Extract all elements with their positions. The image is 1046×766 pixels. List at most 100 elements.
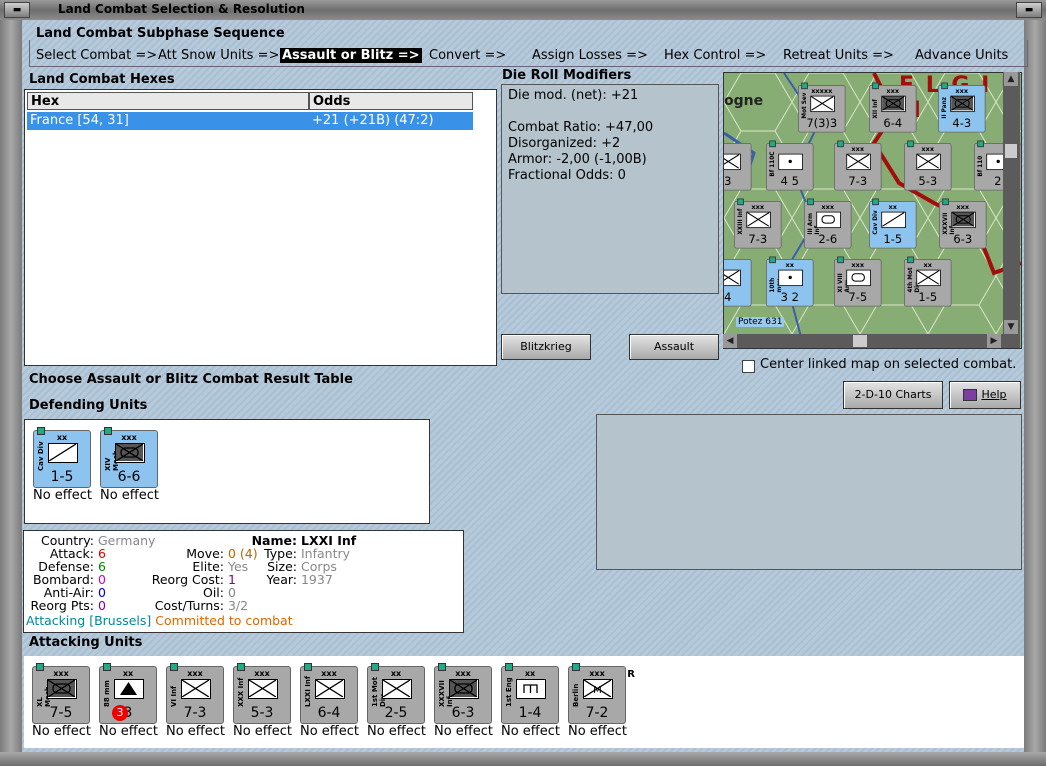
subphase-step[interactable]: Advance Units [915,48,1008,63]
unit-type-icon [881,95,906,113]
info-year-value: 1937 [300,572,333,587]
center-map-label: Center linked map on selected combat. [760,357,1017,372]
bottom-frame-rail [0,752,1046,766]
unit-counter[interactable]: xx 1st Mot Div 2-5 [367,663,425,724]
unit-counter[interactable]: xxx III Arm Inf 2-6 [804,198,852,249]
center-map-checkbox[interactable] [742,360,755,373]
column-header-odds[interactable]: Odds [309,92,473,110]
close-window-button[interactable]: ▬ [1016,2,1042,18]
window-title: Land Combat Selection & Resolution [58,2,305,16]
unit-counter[interactable]: xxx II Panz 4-3 [938,82,986,133]
scroll-down-arrow[interactable]: ▼ [1004,320,1018,334]
unit-strength: 1-5 [883,232,903,247]
unit-name: XXIII Inf [737,208,744,235]
unit-tag: R [627,669,635,680]
unit-strength: 5-3 [918,174,938,189]
unit-type-icon [248,679,278,699]
system-menu-button[interactable]: ▬ [4,2,30,18]
blitzkrieg-button[interactable]: Blitzkrieg [501,334,591,360]
unit-strength: 7(3)3 [806,116,838,131]
unit-name: XXX Inf [237,677,245,707]
unit-counter[interactable]: 4 [724,259,752,307]
unit-counter[interactable]: xx 10th mou 3 2 [766,256,814,307]
modifier-combat-ratio: Combat Ratio: +47,00 [508,120,654,135]
unit-counter[interactable]: xx Cav Div 1-5 [869,198,917,249]
unit-counter[interactable]: xx Cav Div 1-5 [33,427,91,488]
unit-name: Cav Div [37,441,45,471]
unit-strength: 6-6 [117,469,141,485]
info-reorgpts-key: Reorg Pts: [30,598,94,613]
unit-counter[interactable]: Bf 110C 4 5 [766,140,814,191]
table-row[interactable]: France [54, 31] +21 (+21B) (47:2) [27,112,473,130]
subphase-step[interactable]: Hex Control => [664,48,766,63]
scroll-left-arrow[interactable]: ◀ [723,334,737,348]
subphase-step[interactable]: Retreat Units => [783,48,894,63]
scroll-thumb-h[interactable] [853,335,867,347]
subphase-step[interactable]: Assign Losses => [532,48,648,63]
unit-counter[interactable]: xxx LXXI Inf 6-4 [300,663,358,724]
scroll-right-arrow[interactable]: ▶ [987,334,1001,348]
unit-strength: 4 [724,290,732,305]
unit-counter[interactable]: xxx XL Mech 7-5 [32,663,90,724]
subphase-step[interactable]: Assault or Blitz => [280,48,422,63]
unit-effect: No effect [501,724,561,739]
map-vertical-scrollbar[interactable]: ▲ ▼ [1003,72,1020,334]
unit-counter[interactable]: xxx XXX Inf 5-3 [233,663,291,724]
charts-button[interactable]: 2-D-10 Charts [843,381,943,409]
unit-counter[interactable]: xxx XIV Mech 6-6 [100,427,158,488]
unit-type-icon [47,679,77,699]
map-horizontal-scrollbar[interactable]: ◀ ▶ [723,334,1020,348]
unit-type-icon [951,211,976,229]
subphase-step[interactable]: Att Snow Units => [158,48,279,63]
unit-name: Bf 110C [769,151,776,177]
unit-strength: 7-5 [848,290,868,305]
unit-counter[interactable]: xxx Berlin M 7-2 R [568,663,635,724]
unit-effect: No effect [434,724,494,739]
die-roll-modifiers-title: Die Roll Modifiers [502,68,632,83]
unit-counter[interactable]: xxx XXXVII Inf 6-3 [939,198,987,249]
unit-effect: No effect [33,488,93,503]
unit-counter[interactable]: xxx XI VIII Arm 7-5 [834,256,882,307]
unit-type-icon [181,679,211,699]
unit-counter[interactable]: xxx XXIII Inf 7-3 [734,198,782,249]
unit-strength: 1-5 [918,290,938,305]
unit-name: II Panz [941,96,948,119]
help-button[interactable]: Help [949,381,1021,409]
assault-button[interactable]: Assault [629,334,719,360]
unit-type-icon [846,269,871,287]
unit-strength: 7-3 [183,705,207,721]
subphase-sequence-title: Land Combat Subphase Sequence [36,26,285,41]
unit-strength: 7-3 [848,174,868,189]
linked-map[interactable]: ogne E L G I U M Potez 631 xxxxx Mot Sev… [723,72,1022,349]
modifier-armor: Armor: -2,00 (-1,00B) [508,152,647,167]
unit-type-icon [382,679,412,699]
unit-type-icon [778,269,803,287]
modifier-fractional-odds: Fractional Odds: 0 [508,168,626,183]
unit-type-icon [846,153,871,171]
unit-effect: No effect [99,724,159,739]
unit-counter[interactable]: 3 [724,143,752,191]
unit-counter[interactable]: xxx 5-3 [904,140,952,191]
unit-counter[interactable]: xxx XII Inf 6-4 [869,82,917,133]
info-committed-status: Committed to combat [155,613,293,628]
unit-counter[interactable]: xx 88 mm 33 [99,663,157,724]
unit-counter[interactable]: xxxxx Mot Sev 7(3)3 [798,82,846,133]
unit-counter[interactable]: xxx VI Inf 7-3 [166,663,224,724]
unit-counter[interactable]: xxx XXXVII Inf 6-3 [434,663,492,724]
subphase-step[interactable]: Convert => [429,48,506,63]
unit-type-icon [778,153,803,171]
scroll-thumb-v[interactable] [1005,144,1017,158]
unit-strength: 1-5 [50,469,74,485]
scroll-up-arrow[interactable]: ▲ [1004,72,1018,86]
unit-name: LXXI Inf [304,676,312,707]
unit-strength: 7-2 [585,705,609,721]
unit-type-icon [114,679,144,699]
subphase-step[interactable]: Select Combat => [36,48,157,63]
unit-counter[interactable]: xxx 7-3 [834,140,882,191]
unit-strength: 3 [100,705,156,721]
unit-counter[interactable]: xx 1st Eng 1-4 [501,663,559,724]
unit-counter[interactable]: xx 4th Mot Div 1-5 [904,256,952,307]
unit-strength: 6-3 [451,705,475,721]
column-header-hex[interactable]: Hex [27,92,309,110]
info-attacking-status: Attacking [Brussels] [26,613,152,628]
